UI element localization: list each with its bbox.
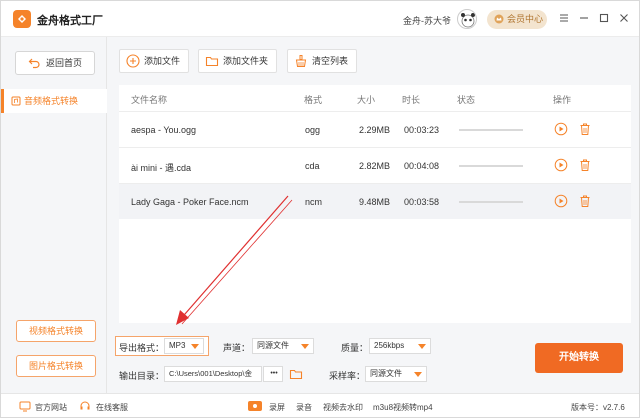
watermark-link[interactable]: 视频去水印 bbox=[323, 402, 363, 413]
output-dir-field[interactable]: C:\Users\001\Desktop\金 bbox=[164, 366, 262, 382]
folder-icon bbox=[205, 56, 219, 67]
channel-label: 声道： bbox=[223, 343, 251, 353]
file-name: aespa - You.ogg bbox=[131, 125, 197, 135]
clear-list-label: 清空列表 bbox=[312, 56, 349, 66]
title-bar: 金舟格式工厂 金舟-苏大爷 会员中心 bbox=[1, 1, 639, 37]
channel-select[interactable]: 同源文件 bbox=[252, 338, 314, 354]
output-settings: 导出格式： MP3 声道： 同源文件 质量： 256kbps 输出目录： C:\… bbox=[107, 331, 639, 391]
play-icon[interactable] bbox=[554, 158, 568, 172]
format-value: MP3 bbox=[169, 341, 186, 350]
output-dir-value: C:\Users\001\Desktop\金 bbox=[169, 369, 252, 378]
start-convert-button[interactable]: 开始转换 bbox=[535, 343, 623, 373]
format-select[interactable]: MP3 bbox=[164, 338, 204, 354]
version-label: 版本号：v2.7.6 bbox=[571, 403, 625, 412]
file-duration: 00:03:23 bbox=[404, 125, 440, 135]
browse-button[interactable]: ••• bbox=[263, 366, 283, 382]
column-actions: 操作 bbox=[553, 95, 572, 105]
back-arrow-icon bbox=[28, 58, 40, 69]
quality-label: 质量： bbox=[341, 343, 369, 353]
open-folder-icon[interactable] bbox=[289, 367, 303, 381]
vip-center-label: 会员中心 bbox=[507, 14, 544, 24]
column-format: 格式 bbox=[304, 95, 323, 105]
trash-icon[interactable] bbox=[578, 158, 592, 172]
file-name: Lady Gaga - Poker Face.ncm bbox=[131, 197, 249, 207]
app-logo-icon bbox=[13, 10, 31, 28]
quality-value: 256kbps bbox=[374, 341, 405, 350]
website-link[interactable]: 官方网站 bbox=[35, 402, 67, 413]
chevron-down-icon bbox=[418, 344, 426, 349]
column-duration: 时长 bbox=[402, 95, 421, 105]
sidebar-item-label: 音频格式转换 bbox=[24, 96, 79, 106]
maximize-icon[interactable] bbox=[597, 11, 611, 25]
trash-icon[interactable] bbox=[578, 194, 592, 208]
file-duration: 00:03:58 bbox=[404, 197, 440, 207]
list-header: 文件名称 格式 大小 时长 状态 操作 bbox=[119, 85, 631, 109]
audio-record-link[interactable]: 录音 bbox=[296, 402, 312, 413]
status-bar: 官方网站 在线客服 录屏 录音 视频去水印 m3u8视频转mp4 版本号：v2.… bbox=[1, 393, 639, 417]
file-size: 2.29MB bbox=[359, 125, 391, 135]
video-convert-button[interactable]: 视频格式转换 bbox=[16, 320, 96, 342]
sidebar: 返回首页 音频格式转换 视频格式转换 图片格式转换 bbox=[1, 37, 107, 393]
close-icon[interactable] bbox=[617, 11, 631, 25]
clear-list-button[interactable]: 清空列表 bbox=[287, 49, 358, 73]
record-icon bbox=[248, 401, 262, 411]
table-row[interactable]: Lady Gaga - Poker Face.ncm ncm 9.48MB 00… bbox=[119, 183, 631, 219]
broom-icon bbox=[295, 55, 307, 67]
sample-rate-value: 同源文件 bbox=[370, 369, 402, 378]
play-icon[interactable] bbox=[554, 194, 568, 208]
file-format: cda bbox=[305, 161, 320, 171]
column-status: 状态 bbox=[457, 95, 476, 105]
menu-icon[interactable] bbox=[557, 11, 571, 25]
headset-icon bbox=[80, 401, 90, 410]
progress-bar bbox=[459, 129, 523, 131]
minimize-icon[interactable] bbox=[577, 11, 591, 25]
toolbar: 添加文件 添加文件夹 清空列表 bbox=[107, 37, 639, 85]
audio-icon bbox=[11, 96, 21, 106]
channel-value: 同源文件 bbox=[257, 341, 289, 350]
quality-select[interactable]: 256kbps bbox=[369, 338, 431, 354]
progress-bar bbox=[459, 165, 523, 167]
add-folder-label: 添加文件夹 bbox=[223, 56, 269, 66]
image-convert-button[interactable]: 图片格式转换 bbox=[16, 355, 96, 377]
vip-center-button[interactable]: 会员中心 bbox=[487, 10, 547, 29]
file-name: ài mini - 遇.cda bbox=[131, 163, 192, 173]
app-window: 金舟格式工厂 金舟-苏大爷 会员中心 返回首页 音频格式转换 视频格式转换 图片… bbox=[0, 0, 640, 418]
record-link[interactable]: 录屏 bbox=[269, 402, 285, 413]
format-label: 导出格式： bbox=[119, 343, 165, 353]
output-dir-label: 输出目录： bbox=[119, 371, 165, 381]
trash-icon[interactable] bbox=[578, 122, 592, 136]
crown-icon bbox=[494, 14, 504, 24]
file-format: ncm bbox=[305, 197, 323, 207]
browse-label: ••• bbox=[270, 370, 278, 377]
column-name: 文件名称 bbox=[131, 95, 168, 105]
sidebar-item-audio-convert[interactable]: 音频格式转换 bbox=[1, 89, 107, 113]
sample-rate-select[interactable]: 同源文件 bbox=[365, 366, 427, 382]
support-link[interactable]: 在线客服 bbox=[96, 402, 128, 413]
file-list: 文件名称 格式 大小 时长 状态 操作 aespa - You.ogg ogg … bbox=[119, 85, 631, 323]
play-icon[interactable] bbox=[554, 122, 568, 136]
avatar[interactable] bbox=[457, 9, 477, 29]
back-home-label: 返回首页 bbox=[46, 58, 83, 68]
add-file-label: 添加文件 bbox=[144, 56, 181, 66]
back-home-button[interactable]: 返回首页 bbox=[15, 51, 95, 75]
sample-rate-label: 采样率： bbox=[329, 371, 366, 381]
plus-circle-icon bbox=[126, 54, 140, 68]
table-row[interactable]: aespa - You.ogg ogg 2.29MB 00:03:23 bbox=[119, 111, 631, 147]
file-size: 2.82MB bbox=[359, 161, 391, 171]
add-file-button[interactable]: 添加文件 bbox=[119, 49, 190, 73]
user-name[interactable]: 金舟-苏大爷 bbox=[403, 14, 451, 27]
m3u8-link[interactable]: m3u8视频转mp4 bbox=[373, 402, 433, 413]
progress-bar bbox=[459, 201, 523, 203]
file-size: 9.48MB bbox=[359, 197, 391, 207]
column-size: 大小 bbox=[357, 95, 376, 105]
table-row[interactable]: ài mini - 遇.cda cda 2.82MB 00:04:08 bbox=[119, 147, 631, 183]
chevron-down-icon bbox=[414, 372, 422, 377]
add-folder-button[interactable]: 添加文件夹 bbox=[198, 49, 278, 73]
app-title: 金舟格式工厂 bbox=[37, 15, 103, 27]
file-format: ogg bbox=[305, 125, 321, 135]
file-duration: 00:04:08 bbox=[404, 161, 440, 171]
chevron-down-icon bbox=[301, 344, 309, 349]
website-icon bbox=[19, 401, 31, 412]
chevron-down-icon bbox=[191, 344, 199, 349]
